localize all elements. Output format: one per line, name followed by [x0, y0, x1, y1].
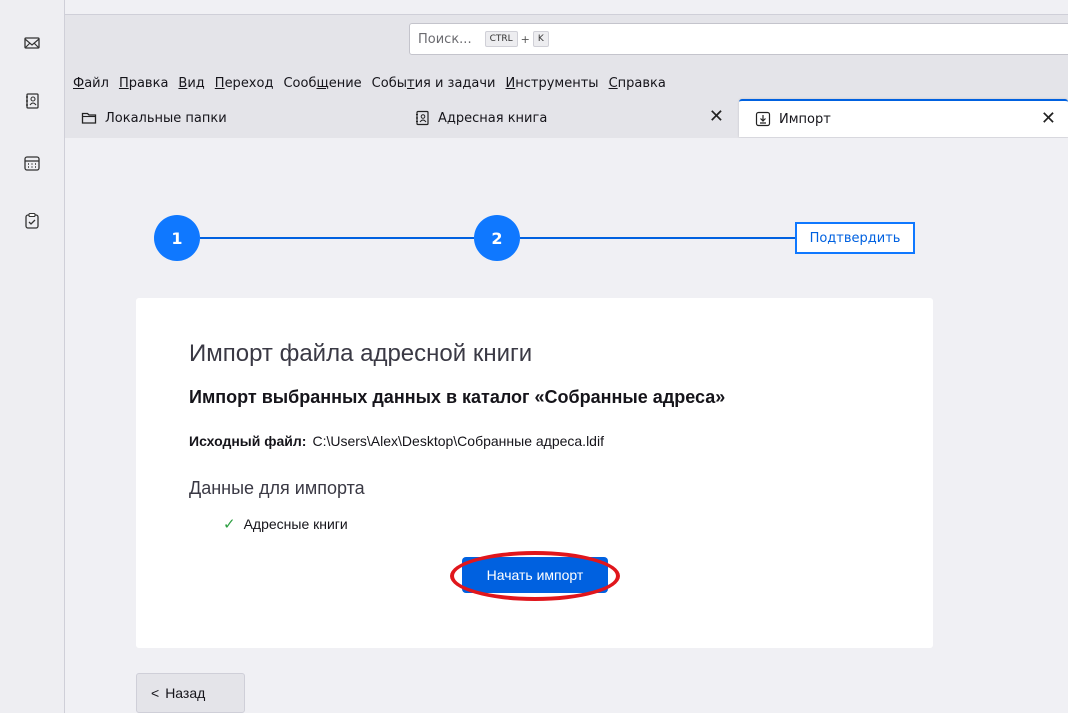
step-connector — [200, 237, 474, 239]
step-connector — [520, 237, 795, 239]
chevron-left-icon: < — [151, 685, 160, 701]
menu-go[interactable]: Переход — [210, 76, 279, 91]
tab-label: Импорт — [779, 111, 831, 127]
calendar-icon[interactable] — [21, 152, 43, 174]
source-file: Исходный файл: C:\Users\Alex\Desktop\Собр… — [189, 433, 604, 449]
data-heading: Данные для импорта — [189, 478, 365, 498]
menu-view[interactable]: Вид — [173, 76, 209, 91]
step-confirm: Подтвердить — [795, 222, 915, 254]
back-button[interactable]: < Назад — [136, 673, 245, 713]
import-page: 1 2 Подтвердить Импорт файла адресной кн… — [65, 138, 1068, 713]
shortcut-k-key: K — [532, 31, 549, 47]
close-icon[interactable]: ✕ — [1041, 110, 1056, 128]
shortcut-plus: + — [520, 32, 530, 46]
folder-icon — [81, 110, 97, 126]
menu-file[interactable]: Файл — [65, 76, 114, 91]
address-book-icon — [414, 110, 430, 126]
page-title: Импорт файла адресной книги — [189, 340, 533, 367]
menu-edit[interactable]: Правка — [114, 76, 173, 91]
spaces-toolbar — [0, 0, 65, 713]
source-file-path: C:\Users\Alex\Desktop\Собранные адреса.l… — [312, 433, 604, 449]
menu-help[interactable]: Справка — [604, 76, 671, 91]
close-icon[interactable]: ✕ — [709, 108, 724, 126]
step-1: 1 — [154, 215, 200, 261]
data-item-address-books: ✓ Адресные книги — [223, 515, 348, 533]
tab-address-book[interactable]: Адресная книга ✕ — [398, 99, 736, 137]
menu-events-tasks[interactable]: События и задачи — [367, 76, 501, 91]
start-import-area: Начать импорт — [450, 551, 620, 601]
search-placeholder: Поиск... — [418, 31, 472, 47]
step-2: 2 — [474, 215, 520, 261]
data-item-label: Адресные книги — [243, 516, 348, 532]
import-card: Импорт файла адресной книги Импорт выбра… — [136, 298, 933, 648]
menu-tools[interactable]: Инструменты — [501, 76, 604, 91]
back-button-label: Назад — [165, 685, 206, 701]
mail-icon[interactable] — [21, 32, 43, 54]
menu-message[interactable]: Сообщение — [278, 76, 366, 91]
menubar: Файл Правка Вид Переход Сообщение Событи… — [65, 70, 1068, 96]
tab-bar: Локальные папки Адресная книга ✕ Импорт … — [65, 96, 1068, 138]
checkmark-icon: ✓ — [223, 516, 236, 533]
tab-import[interactable]: Импорт ✕ — [739, 99, 1068, 137]
tasks-icon[interactable] — [21, 210, 43, 232]
import-stepper: 1 2 Подтвердить — [154, 214, 924, 262]
unified-toolbar: Поиск... CTRL + K — [65, 14, 1068, 71]
tab-label: Адресная книга — [438, 110, 548, 126]
source-file-label: Исходный файл: — [189, 433, 307, 449]
tab-local-folders[interactable]: Локальные папки — [65, 99, 398, 137]
address-book-icon[interactable] — [21, 90, 43, 112]
shortcut-ctrl-key: CTRL — [484, 31, 518, 47]
start-import-button[interactable]: Начать импорт — [462, 557, 608, 593]
page-subtitle: Импорт выбранных данных в каталог «Собра… — [189, 387, 726, 407]
import-icon — [755, 111, 771, 127]
tab-label: Локальные папки — [105, 110, 227, 126]
search-input[interactable]: Поиск... CTRL + K — [409, 23, 1068, 55]
